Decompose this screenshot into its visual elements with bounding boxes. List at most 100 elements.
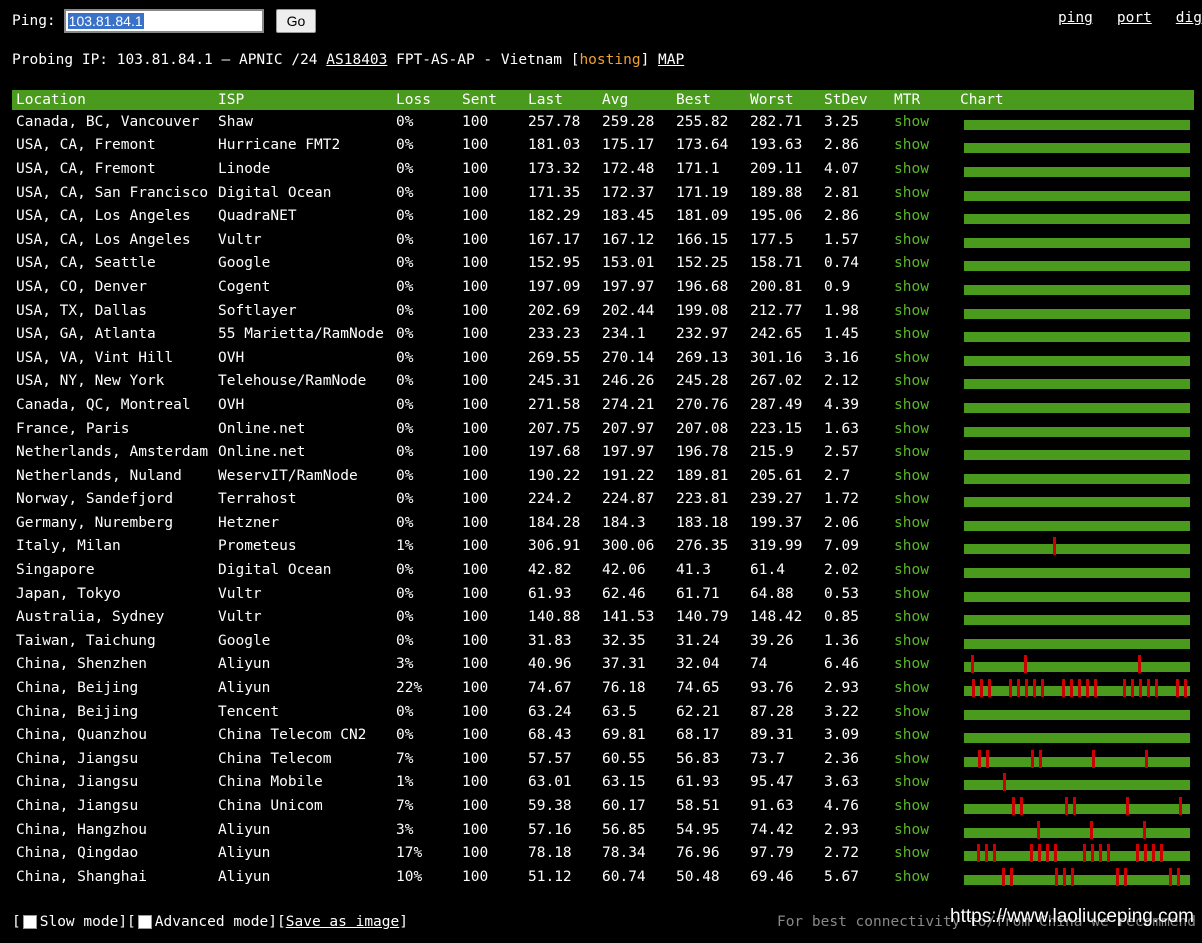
link-port[interactable]: port [1117, 10, 1152, 26]
map-link[interactable]: MAP [658, 52, 684, 68]
cell-worst: 97.79 [750, 845, 794, 862]
loss-spike [1144, 844, 1147, 863]
slow-mode-checkbox[interactable] [22, 915, 37, 929]
cell-best: 245.28 [676, 373, 729, 390]
table-row: China, Qingdao Aliyun 17% 100 78.18 78.34 76.9… [12, 841, 1194, 865]
mtr-show-link[interactable]: show [890, 228, 956, 252]
link-dig[interactable]: dig [1176, 10, 1202, 26]
mtr-show-link[interactable]: show [890, 700, 956, 724]
mtr-show-link[interactable]: show [890, 535, 956, 559]
cell-sent: 100 [462, 396, 489, 413]
go-button[interactable]: Go [275, 9, 317, 33]
cell-stdev: 2.93 [824, 680, 859, 697]
cell-isp: China Unicom [218, 798, 323, 815]
mtr-show-link[interactable]: show [890, 747, 956, 771]
cell-last: 233.23 [528, 326, 581, 343]
mtr-show-link[interactable]: show [890, 865, 956, 889]
advanced-mode-label: Advanced mode [154, 914, 269, 930]
latency-bar [964, 190, 1190, 201]
cell-avg: 234.1 [602, 326, 646, 343]
latency-chart [956, 322, 1194, 346]
loss-spike [1071, 867, 1074, 886]
table-row: Taiwan, Taichung Google 0% 100 31.83 32.35 31.… [12, 629, 1194, 653]
cell-isp: China Mobile [218, 774, 323, 791]
mtr-show-link[interactable]: show [890, 440, 956, 464]
cell-location: China, Qingdao [16, 845, 139, 862]
loss-spike [978, 749, 981, 768]
loss-spike [1038, 844, 1041, 863]
cell-sent: 100 [462, 774, 489, 791]
cell-loss: 0% [396, 609, 414, 626]
mtr-show-link[interactable]: show [890, 464, 956, 488]
cell-sent: 100 [462, 656, 489, 673]
mtr-show-link[interactable]: show [890, 488, 956, 512]
latency-bar [964, 662, 1190, 673]
cell-worst: 74.42 [750, 821, 794, 838]
mtr-show-link[interactable]: show [890, 794, 956, 818]
table-row: Canada, QC, Montreal OVH 0% 100 271.58 274.21… [12, 393, 1194, 417]
probing-mid: FPT-AS-AP - Vietnam [ [387, 52, 580, 68]
mtr-show-link[interactable]: show [890, 582, 956, 606]
loss-spike [1138, 655, 1141, 674]
mtr-show-link[interactable]: show [890, 322, 956, 346]
loss-spike [988, 679, 991, 698]
mtr-show-link[interactable]: show [890, 841, 956, 865]
cell-sent: 100 [462, 750, 489, 767]
save-as-image-link[interactable]: Save as image [286, 914, 400, 930]
mtr-show-link[interactable]: show [890, 417, 956, 441]
latency-chart [956, 393, 1194, 417]
mtr-show-link[interactable]: show [890, 558, 956, 582]
mtr-show-link[interactable]: show [890, 299, 956, 323]
table-row: Canada, BC, Vancouver Shaw 0% 100 257.78 259.… [12, 110, 1194, 134]
mtr-show-link[interactable]: show [890, 204, 956, 228]
advanced-mode-checkbox[interactable] [137, 915, 152, 929]
mtr-show-link[interactable]: show [890, 346, 956, 370]
mtr-show-link[interactable]: show [890, 370, 956, 394]
cell-best: 58.51 [676, 798, 720, 815]
cell-avg: 172.37 [602, 184, 655, 201]
mtr-show-link[interactable]: show [890, 275, 956, 299]
mtr-show-link[interactable]: show [890, 511, 956, 535]
table-row: USA, CA, Los Angeles QuadraNET 0% 100 182.29… [12, 204, 1194, 228]
mtr-show-link[interactable]: show [890, 181, 956, 205]
cell-location: Italy, Milan [16, 538, 121, 555]
loss-spike [1063, 867, 1066, 886]
latency-chart [956, 629, 1194, 653]
cell-location: USA, CA, San Francisco [16, 184, 209, 201]
mtr-show-link[interactable]: show [890, 653, 956, 677]
latency-bar [964, 544, 1190, 555]
mtr-show-link[interactable]: show [890, 605, 956, 629]
mtr-show-link[interactable]: show [890, 110, 956, 134]
mtr-show-link[interactable]: show [890, 252, 956, 276]
mtr-show-link[interactable]: show [890, 818, 956, 842]
cell-best: 207.08 [676, 420, 729, 437]
mtr-show-link[interactable]: show [890, 723, 956, 747]
mtr-show-link[interactable]: show [890, 157, 956, 181]
cell-stdev: 1.36 [824, 632, 859, 649]
cell-stdev: 1.45 [824, 326, 859, 343]
mtr-show-link[interactable]: show [890, 393, 956, 417]
loss-spike [1152, 844, 1155, 863]
mtr-show-link[interactable]: show [890, 134, 956, 158]
cell-loss: 0% [396, 137, 414, 154]
mtr-show-link[interactable]: show [890, 629, 956, 653]
cell-avg: 42.06 [602, 562, 646, 579]
latency-chart [956, 157, 1194, 181]
cell-location: Singapore [16, 562, 95, 579]
table-row: USA, CA, Fremont Hurricane FMT2 0% 100 181.0… [12, 134, 1194, 158]
ip-input[interactable]: 103.81.84.1 [63, 9, 264, 33]
mtr-show-link[interactable]: show [890, 771, 956, 795]
table-row: Italy, Milan Prometeus 1% 100 306.91 300.06 27… [12, 535, 1194, 559]
cell-sent: 100 [462, 632, 489, 649]
cell-isp: Terrahost [218, 491, 297, 508]
asn-link[interactable]: AS18403 [326, 52, 387, 68]
cell-sent: 100 [462, 231, 489, 248]
cell-avg: 300.06 [602, 538, 655, 555]
mtr-show-link[interactable]: show [890, 676, 956, 700]
link-ping[interactable]: ping [1058, 10, 1093, 26]
table-row: China, Beijing Tencent 0% 100 63.24 63.5 62.21… [12, 700, 1194, 724]
cell-sent: 100 [462, 278, 489, 295]
cell-loss: 17% [396, 845, 423, 862]
cell-location: Netherlands, Nuland [16, 467, 182, 484]
cell-worst: 73.7 [750, 750, 785, 767]
